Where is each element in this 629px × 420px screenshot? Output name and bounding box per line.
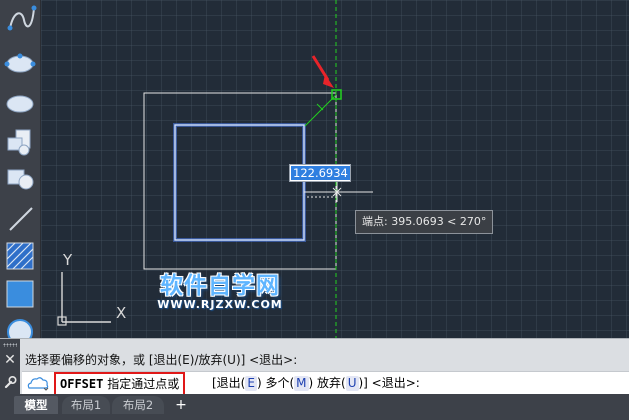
- line-tool-button[interactable]: [2, 200, 38, 236]
- ucs-x-label: X: [116, 304, 126, 322]
- spline-icon: [7, 5, 37, 31]
- options-open-text: [退出(: [212, 376, 246, 390]
- make-block-tool-button[interactable]: [2, 162, 38, 198]
- command-options: [退出(E) 多个(M) 放弃(U)] <退出>:: [212, 372, 420, 394]
- ellipse-icon: [4, 53, 36, 73]
- ellipse-arc-icon: [6, 95, 34, 113]
- region-icon: [6, 280, 34, 308]
- option-exit-key[interactable]: E: [245, 376, 257, 391]
- add-layout-button[interactable]: +: [172, 396, 190, 414]
- autocad-window: Y X 122.6934 端点: 395.0693 < 270° 软件自学网 W…: [0, 0, 629, 420]
- selected-rectangle: [174, 124, 305, 241]
- command-keyword: OFFSET: [60, 377, 104, 391]
- tab-layout2[interactable]: 布局2: [112, 396, 164, 414]
- red-arrow-head: [323, 74, 334, 88]
- tab-layout1[interactable]: 布局1: [62, 396, 110, 414]
- make-block-icon: [7, 169, 34, 190]
- options-mid1-text: ) 多个(: [256, 376, 295, 390]
- line-icon: [9, 207, 33, 231]
- command-prompt-highlight: OFFSET 指定通过点或: [54, 372, 186, 396]
- options-mid2-text: ) 放弃(: [308, 376, 346, 390]
- ellipse-tool-button[interactable]: [2, 44, 38, 80]
- command-history-line: 选择要偏移的对象，或 [退出(E)/放弃(U)] <退出>:: [25, 353, 298, 367]
- region-tool-button[interactable]: [2, 276, 38, 312]
- spline-tool-button[interactable]: [2, 0, 38, 36]
- ellipse-arc-tool-button[interactable]: [2, 86, 38, 122]
- option-multiple-key[interactable]: M: [294, 376, 309, 391]
- grip-dots-icon: [3, 343, 17, 347]
- draw-toolbar: [0, 0, 41, 346]
- command-line: ✕ 选择要偏移的对象，或 [退出(E)/放弃(U)] <退出>: OFFSET …: [0, 338, 629, 396]
- snap-tooltip: 端点: 395.0693 < 270°: [355, 210, 494, 234]
- tab-model[interactable]: 模型: [14, 396, 58, 414]
- hatch-tool-button[interactable]: [2, 238, 38, 274]
- hatch-icon: [6, 242, 34, 270]
- command-input-row[interactable]: OFFSET 指定通过点或 [退出(E) 多个(M) 放弃(U)] <退出>:: [22, 371, 629, 396]
- dynamic-input-box[interactable]: 122.6934: [289, 164, 351, 182]
- close-icon[interactable]: ✕: [3, 353, 17, 367]
- selected-rectangle-glow: [173, 123, 306, 242]
- watermark-url: WWW.RJZXW.COM: [157, 298, 283, 311]
- watermark: 软件自学网 WWW.RJZXW.COM: [145, 266, 295, 311]
- command-prompt-text: 指定通过点或: [107, 377, 180, 391]
- option-undo-key[interactable]: U: [345, 376, 359, 391]
- insert-block-icon: [7, 129, 31, 156]
- wrench-icon[interactable]: [3, 375, 17, 389]
- options-close-text: )] <退出>:: [358, 376, 420, 390]
- extension-tick: [316, 103, 324, 111]
- command-customize-icon[interactable]: [26, 375, 50, 391]
- dynamic-input-value: 122.6934: [291, 166, 350, 180]
- ucs-y-label: Y: [62, 251, 73, 269]
- watermark-title: 软件自学网: [160, 273, 280, 299]
- insert-block-tool-button[interactable]: [2, 124, 38, 160]
- layout-tabs: 模型 布局1 布局2 +: [0, 394, 629, 420]
- drawing-canvas[interactable]: Y X 122.6934 端点: 395.0693 < 270° 软件自学网 W…: [41, 0, 629, 346]
- command-line-grip[interactable]: ✕: [0, 339, 20, 395]
